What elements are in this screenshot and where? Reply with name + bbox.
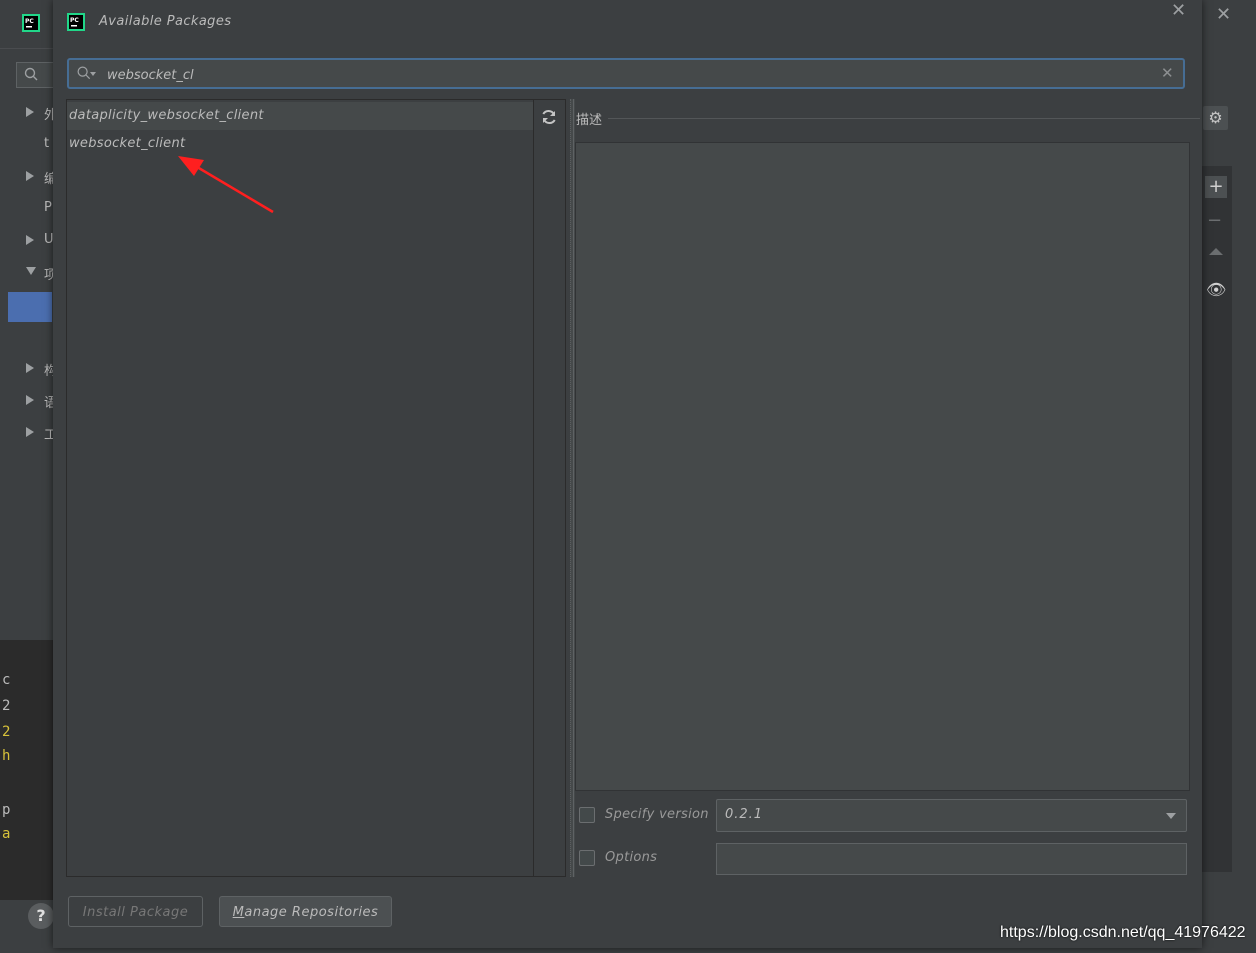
tree-expand-icon[interactable]: [26, 171, 34, 181]
divider: [608, 118, 1200, 119]
tree-item-selected[interactable]: [8, 292, 52, 322]
specify-version-label: Specify version: [605, 807, 709, 822]
options-label: Options: [605, 850, 658, 865]
bg-divider: [0, 48, 54, 49]
refresh-toolbar: [534, 99, 566, 877]
search-input[interactable]: [107, 65, 1107, 85]
install-package-button[interactable]: Install Package: [68, 896, 203, 927]
version-value: 0.2.1: [725, 807, 764, 822]
divider: [573, 99, 574, 877]
options-checkbox[interactable]: [579, 850, 595, 866]
clear-search-icon[interactable]: ✕: [1161, 64, 1174, 82]
tree-expand-icon[interactable]: [26, 107, 34, 117]
chevron-down-icon: [90, 72, 96, 76]
console-line: 2: [2, 724, 11, 740]
tree-expand-icon[interactable]: [26, 427, 34, 437]
description-panel: [575, 142, 1190, 791]
close-icon[interactable]: ✕: [1216, 4, 1231, 25]
description-label: 描述: [576, 113, 603, 128]
search-icon: [24, 67, 38, 81]
close-icon[interactable]: ✕: [1171, 0, 1186, 21]
console-line: c: [2, 672, 11, 688]
refresh-icon[interactable]: [540, 108, 558, 126]
version-select[interactable]: 0.2.1: [716, 799, 1187, 832]
upgrade-package-icon[interactable]: [1209, 248, 1223, 255]
watermark-text: https://blog.csdn.net/qq_41976422: [1000, 924, 1246, 941]
console-line: p: [2, 802, 11, 818]
console-line: h: [2, 748, 11, 764]
eye-icon[interactable]: 👁: [1206, 280, 1226, 299]
pycharm-logo-icon: PC: [22, 14, 40, 32]
tree-collapse-icon[interactable]: [26, 267, 36, 275]
list-item[interactable]: websocket_client: [67, 130, 533, 158]
pycharm-logo-icon: PC: [67, 13, 85, 31]
add-package-button[interactable]: +: [1205, 176, 1227, 198]
settings-search-box[interactable]: [16, 62, 54, 88]
console-line: a: [2, 826, 11, 842]
specify-version-checkbox[interactable]: [579, 807, 595, 823]
gear-icon[interactable]: ⚙: [1203, 106, 1228, 130]
available-packages-dialog: PC Available Packages ✕ ✕ dataplicity_we…: [53, 0, 1202, 948]
options-input[interactable]: [716, 843, 1187, 875]
remove-package-icon[interactable]: −: [1207, 210, 1222, 231]
list-item[interactable]: dataplicity_websocket_client: [67, 102, 533, 130]
tree-expand-icon[interactable]: [26, 395, 34, 405]
package-search-box[interactable]: ✕: [67, 58, 1185, 89]
console-panel: c 2 2 h p a: [0, 640, 54, 900]
console-line: 2: [2, 698, 11, 714]
chevron-down-icon[interactable]: [1166, 813, 1176, 819]
bg-right-panel: [1202, 166, 1232, 872]
help-button[interactable]: ?: [28, 903, 54, 929]
dialog-title: Available Packages: [99, 14, 232, 29]
annotation-arrow-icon: [178, 156, 274, 214]
svg-text:PC: PC: [25, 18, 34, 25]
manage-repositories-button[interactable]: Manage Repositories: [219, 896, 392, 927]
svg-text:PC: PC: [70, 17, 79, 24]
tree-expand-icon[interactable]: [26, 363, 34, 373]
tree-expand-icon[interactable]: [26, 235, 34, 245]
package-list: dataplicity_websocket_client websocket_c…: [66, 99, 534, 877]
